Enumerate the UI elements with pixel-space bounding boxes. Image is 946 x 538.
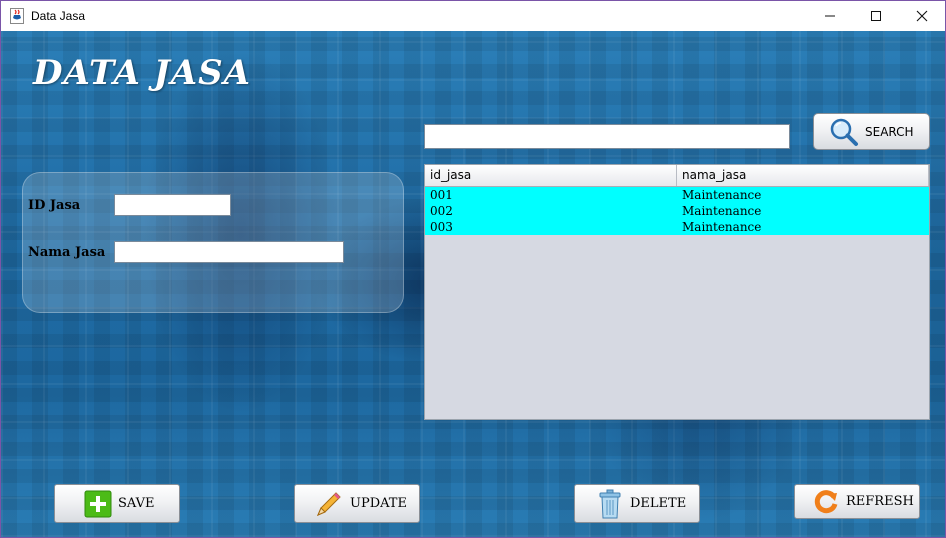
refresh-button[interactable]: REFRESH [794, 484, 920, 519]
table-cell-id: 002 [430, 204, 453, 218]
main-panel: DATA JASA ID Jasa Nama Jasa SEARCH id_ja… [1, 31, 945, 537]
id-jasa-input[interactable] [114, 194, 231, 216]
pencil-icon [317, 491, 341, 516]
delete-button-label: DELETE [630, 496, 687, 511]
table-cell-id: 003 [430, 220, 453, 234]
trash-can-icon [599, 489, 621, 518]
table-row[interactable]: 002 Maintenance [425, 203, 929, 219]
table-row[interactable]: 003 Maintenance [425, 219, 929, 235]
table-cell-name: Maintenance [682, 188, 762, 202]
green-plus-icon [84, 490, 112, 517]
java-coffee-icon [10, 8, 24, 24]
nama-jasa-input[interactable] [114, 241, 344, 263]
save-button-label: SAVE [118, 496, 155, 511]
table-cell-id: 001 [430, 188, 453, 202]
table-row[interactable]: 001 Maintenance [425, 187, 929, 203]
app-window: Data Jasa DATA JASA ID Jasa Nama Jasa SE… [0, 0, 946, 538]
jasa-table[interactable]: id_jasa nama_jasa 001 Maintenance 002 Ma… [424, 164, 930, 420]
nama-jasa-label: Nama Jasa [28, 245, 106, 260]
orange-refresh-icon [814, 489, 838, 513]
id-jasa-label: ID Jasa [28, 198, 81, 213]
minimize-button[interactable] [807, 1, 853, 31]
search-button[interactable]: SEARCH [813, 113, 930, 150]
table-cell-name: Maintenance [682, 220, 762, 234]
save-button[interactable]: SAVE [54, 484, 180, 523]
column-header-nama-jasa[interactable]: nama_jasa [677, 165, 929, 186]
maximize-button[interactable] [853, 1, 899, 31]
update-button-label: UPDATE [350, 496, 407, 511]
title-bar: Data Jasa [1, 1, 945, 31]
window-title: Data Jasa [31, 9, 86, 23]
maximize-icon [871, 11, 881, 21]
close-button[interactable] [899, 1, 945, 31]
minimize-icon [825, 15, 835, 17]
update-button[interactable]: UPDATE [294, 484, 420, 523]
search-input[interactable] [424, 124, 790, 149]
close-icon [916, 10, 928, 22]
table-cell-name: Maintenance [682, 204, 762, 218]
refresh-button-label: REFRESH [846, 494, 914, 509]
magnifier-icon [830, 118, 858, 146]
page-title: DATA JASA [33, 53, 252, 93]
search-button-label: SEARCH [865, 124, 914, 139]
table-header: id_jasa nama_jasa [425, 165, 929, 187]
column-header-id-jasa[interactable]: id_jasa [425, 165, 677, 186]
delete-button[interactable]: DELETE [574, 484, 700, 523]
